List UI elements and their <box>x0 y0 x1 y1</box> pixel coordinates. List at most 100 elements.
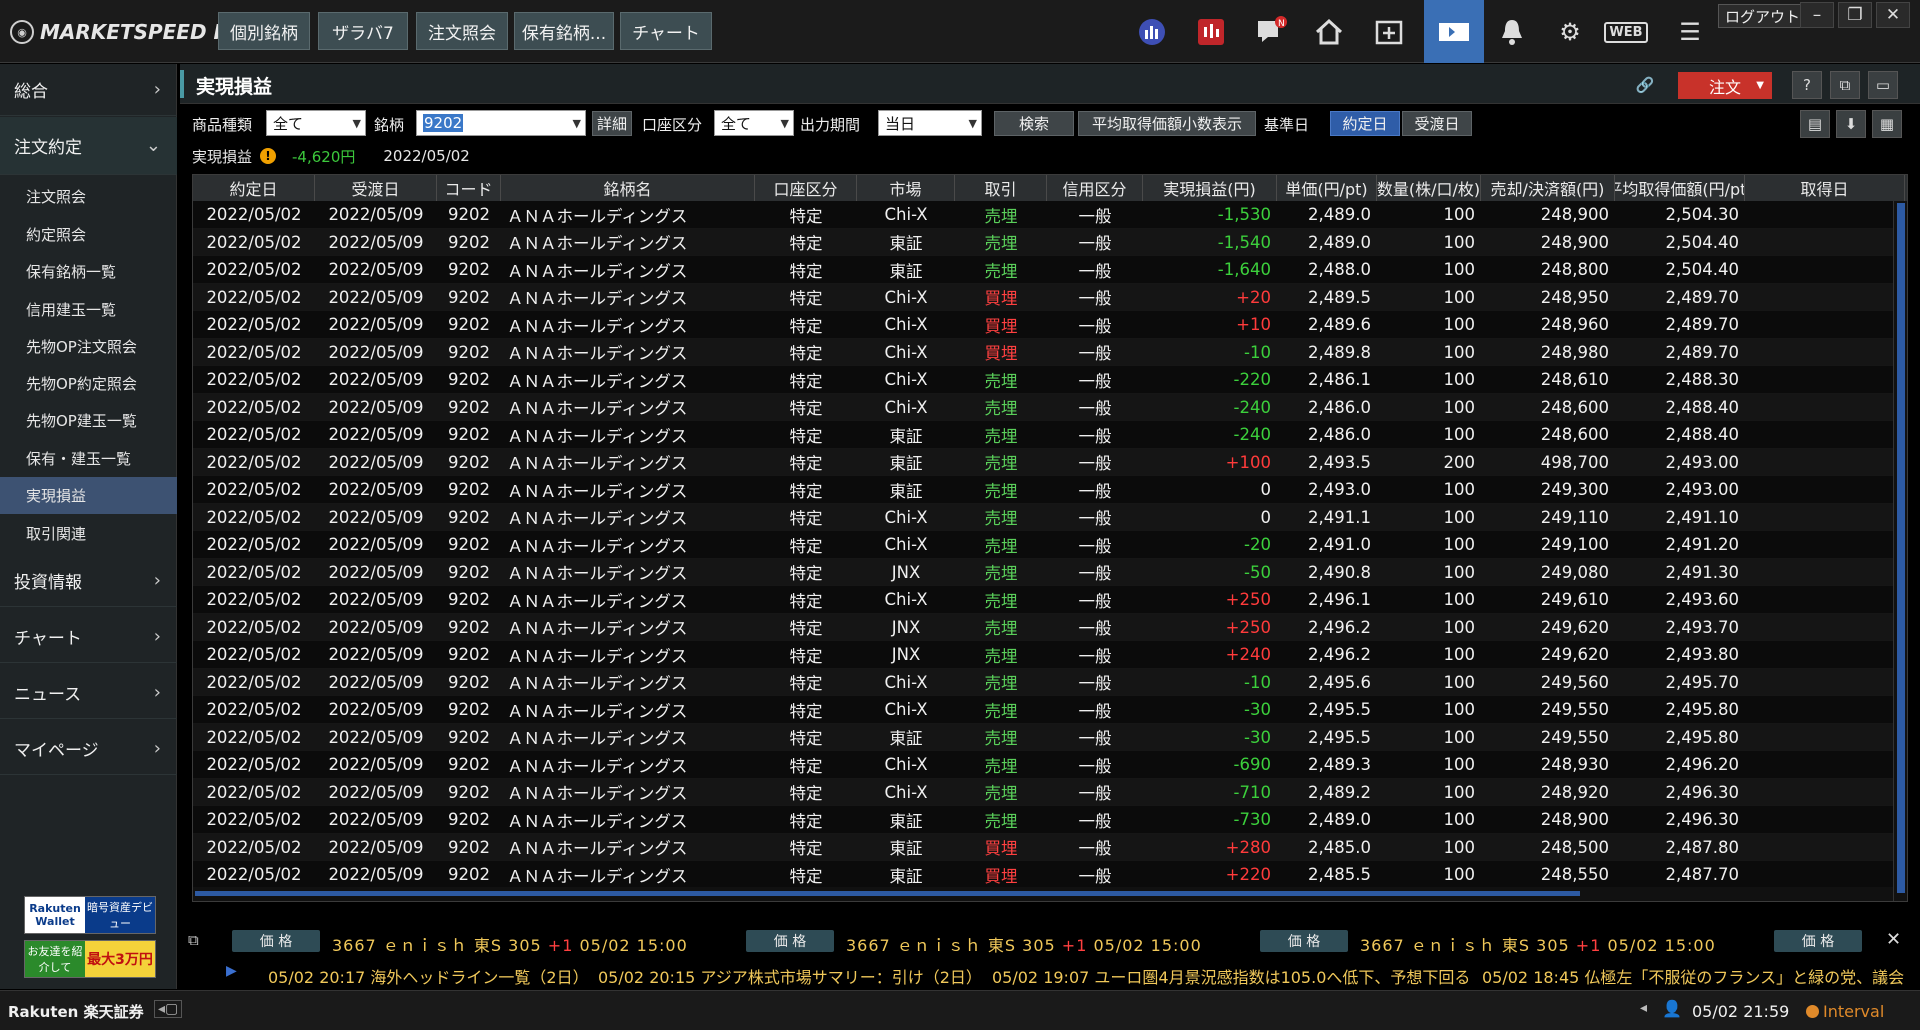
table-row[interactable]: 2022/05/02 2022/05/09 9202 ＡＮＡホールディングス 特定 Chi… <box>193 201 1907 229</box>
sidebar-item-margin-positions[interactable]: 信用建玉一覧 <box>0 291 177 328</box>
market-indicator-icon[interactable] <box>1130 10 1174 54</box>
candle-chart-icon[interactable] <box>1189 10 1233 54</box>
table-row[interactable]: 2022/05/02 2022/05/09 9202 ＡＮＡホールディングス 特定 Chi… <box>193 503 1907 531</box>
trade-date-toggle[interactable]: 約定日 <box>1330 111 1400 136</box>
popout-icon[interactable]: ▭ <box>1868 71 1898 99</box>
news-item[interactable]: 05/02 19:07 ユーロ圏4月景況感指数は105.0へ低下、予想下回る <box>992 964 1470 988</box>
table-row[interactable]: 2022/05/02 2022/05/09 9202 ＡＮＡホールディングス 特定 Chi… <box>193 366 1907 394</box>
bell-icon[interactable] <box>1490 10 1534 54</box>
table-row[interactable]: 2022/05/02 2022/05/09 9202 ＡＮＡホールディングス 特定 東証 売… <box>193 806 1907 834</box>
scrollbar-thumb[interactable] <box>195 891 1580 896</box>
warning-icon[interactable]: ! <box>260 148 277 164</box>
ticker-popout-icon[interactable]: ⧉ <box>188 931 199 949</box>
column-header[interactable]: 売却/決済額(円) <box>1481 175 1615 201</box>
minimize-icon[interactable]: – <box>1800 2 1834 28</box>
sidebar-item-order-inquiry[interactable]: 注文照会 <box>0 178 177 215</box>
symbol-input[interactable]: 9202 ▼ <box>416 110 586 136</box>
settings-gear-icon[interactable]: ⚙ <box>1548 10 1592 54</box>
sidebar-section-investment-info[interactable]: 投資情報 › <box>0 555 177 607</box>
sidebar-section-chart[interactable]: チャート › <box>0 611 177 663</box>
column-header[interactable]: 口座区分 <box>755 175 857 201</box>
column-header[interactable]: 市場 <box>857 175 955 201</box>
account-type-select[interactable]: 全て ▼ <box>714 110 794 136</box>
table-row[interactable]: 2022/05/02 2022/05/09 9202 ＡＮＡホールディングス 特定 Chi… <box>193 393 1907 421</box>
sidebar-item-trade-related[interactable]: 取引関連 <box>0 515 177 552</box>
sidebar-item-futures-order-inquiry[interactable]: 先物OP注文照会 <box>0 328 177 365</box>
sidebar-toggle-icon[interactable]: ◂▢ <box>154 1000 183 1018</box>
settlement-date-toggle[interactable]: 受渡日 <box>1402 111 1472 136</box>
sidebar-item-execution-inquiry[interactable]: 約定照会 <box>0 216 177 253</box>
download-icon[interactable]: ⬇ <box>1836 110 1866 138</box>
tab-holdings[interactable]: 保有銘柄... <box>514 12 614 50</box>
news-item[interactable]: 05/02 18:45 仏極左「不服従のフランス」と緑の党、議会 <box>1482 964 1904 988</box>
table-row[interactable]: 2022/05/02 2022/05/09 9202 ＡＮＡホールディングス 特定 Chi… <box>193 531 1907 559</box>
order-button[interactable]: 注文 ▼ <box>1678 72 1772 99</box>
table-row[interactable]: 2022/05/02 2022/05/09 9202 ＡＮＡホールディングス 特定 Chi… <box>193 778 1907 806</box>
detail-button[interactable]: 詳細 <box>592 111 632 136</box>
notification-message-icon[interactable]: N <box>1249 10 1293 54</box>
table-row[interactable]: 2022/05/02 2022/05/09 9202 ＡＮＡホールディングス 特定 Chi… <box>193 751 1907 779</box>
product-type-select[interactable]: 全て ▼ <box>266 110 366 136</box>
table-row[interactable]: 2022/05/02 2022/05/09 9202 ＡＮＡホールディングス 特定 JNX… <box>193 613 1907 641</box>
table-row[interactable]: 2022/05/02 2022/05/09 9202 ＡＮＡホールディングス 特定 東証 売… <box>193 723 1907 751</box>
scrollbar-thumb[interactable] <box>1897 203 1905 893</box>
tab-individual-stock[interactable]: 個別銘柄 <box>218 12 310 50</box>
sidebar-section-mypage[interactable]: マイページ › <box>0 723 177 775</box>
table-row[interactable]: 2022/05/02 2022/05/09 9202 ＡＮＡホールディングス 特定 東証 売… <box>193 476 1907 504</box>
home-icon[interactable] <box>1307 10 1351 54</box>
column-header[interactable]: 銘柄名 <box>501 175 755 201</box>
ticker-close-icon[interactable]: ✕ <box>1886 929 1901 950</box>
sidebar-section-orders[interactable]: 注文約定 ⌄ <box>0 117 177 175</box>
ticker-quote[interactable]: 3667 ｅｎｉｓｈ 東S 305 +1 05/02 15:00 <box>332 932 688 956</box>
tab-chart[interactable]: チャート <box>620 12 712 50</box>
add-window-icon[interactable] <box>1367 10 1411 54</box>
table-row[interactable]: 2022/05/02 2022/05/09 9202 ＡＮＡホールディングス 特定 東証 売… <box>193 421 1907 449</box>
link-icon[interactable]: 🔗 <box>1630 71 1660 99</box>
restore-window-icon[interactable]: ❐ <box>1838 2 1872 28</box>
table-row[interactable]: 2022/05/02 2022/05/09 9202 ＡＮＡホールディングス 特定 Chi… <box>193 586 1907 614</box>
play-icon[interactable]: ▶ <box>226 963 237 979</box>
column-header[interactable]: 数量(株/口/枚) <box>1377 175 1481 201</box>
tab-zaraba7[interactable]: ザラバ7 <box>318 12 408 50</box>
tab-order-inquiry[interactable]: 注文照会 <box>416 12 508 50</box>
sidebar-item-realized-pl[interactable]: 実現損益 <box>0 477 177 514</box>
column-header[interactable]: 実現損益(円) <box>1143 175 1277 201</box>
column-settings-icon[interactable]: ▦ <box>1872 110 1902 138</box>
help-icon[interactable]: ? <box>1792 71 1822 99</box>
table-row[interactable]: 2022/05/02 2022/05/09 9202 ＡＮＡホールディングス 特定 東証 買… <box>193 833 1907 861</box>
table-row[interactable]: 2022/05/02 2022/05/09 9202 ＡＮＡホールディングス 特定 東証 売… <box>193 256 1907 284</box>
print-icon[interactable]: ▤ <box>1800 110 1830 138</box>
column-header[interactable]: 取引 <box>955 175 1047 201</box>
web-icon[interactable]: WEB <box>1604 10 1648 54</box>
table-row[interactable]: 2022/05/02 2022/05/09 9202 ＡＮＡホールディングス 特定 Chi… <box>193 283 1907 311</box>
new-window-icon[interactable]: ⧉ <box>1830 71 1860 99</box>
layout-switch-icon[interactable] <box>1424 0 1484 63</box>
table-row[interactable]: 2022/05/02 2022/05/09 9202 ＡＮＡホールディングス 特定 東証 売… <box>193 228 1907 256</box>
news-item[interactable]: 05/02 20:15 アジア株式市場サマリー：引け（2日） <box>598 964 982 988</box>
volume-icon[interactable]: ◂ <box>1640 1000 1647 1016</box>
table-row[interactable]: 2022/05/02 2022/05/09 9202 ＡＮＡホールディングス 特定 東証 買… <box>193 861 1907 889</box>
column-header[interactable]: 受渡日 <box>315 175 437 201</box>
referral-banner[interactable]: お友達を紹介して 最大3万円 <box>24 940 156 978</box>
table-row[interactable]: 2022/05/02 2022/05/09 9202 ＡＮＡホールディングス 特定 Chi… <box>193 668 1907 696</box>
ticker-quote[interactable]: 3667 ｅｎｉｓｈ 東S 305 +1 05/02 15:00 <box>1360 932 1716 956</box>
column-header[interactable]: コード <box>437 175 501 201</box>
table-row[interactable]: 2022/05/02 2022/05/09 9202 ＡＮＡホールディングス 特定 東証 売… <box>193 448 1907 476</box>
sidebar-section-news[interactable]: ニュース › <box>0 667 177 719</box>
hamburger-menu-icon[interactable]: ☰ <box>1668 10 1712 54</box>
sidebar-item-futures-positions[interactable]: 先物OP建玉一覧 <box>0 402 177 439</box>
user-icon[interactable]: 👤 <box>1662 999 1682 1018</box>
horizontal-scrollbar[interactable] <box>193 887 1893 901</box>
sidebar-section-overview[interactable]: 総合 › <box>0 64 177 116</box>
column-header[interactable]: 平均取得価額(円/pt) <box>1615 175 1745 201</box>
table-row[interactable]: 2022/05/02 2022/05/09 9202 ＡＮＡホールディングス 特定 Chi… <box>193 338 1907 366</box>
sidebar-item-futures-execution-inquiry[interactable]: 先物OP約定照会 <box>0 365 177 402</box>
table-row[interactable]: 2022/05/02 2022/05/09 9202 ＡＮＡホールディングス 特定 JNX… <box>193 641 1907 669</box>
sidebar-item-holdings-positions[interactable]: 保有・建玉一覧 <box>0 440 177 477</box>
column-header[interactable]: 取得日 <box>1745 175 1905 201</box>
column-header[interactable]: 約定日 <box>193 175 315 201</box>
rakuten-wallet-banner[interactable]: Rakuten Wallet 暗号資産デビュー <box>24 896 156 934</box>
table-row[interactable]: 2022/05/02 2022/05/09 9202 ＡＮＡホールディングス 特定 Chi… <box>193 311 1907 339</box>
search-button[interactable]: 検索 <box>994 111 1074 136</box>
column-header[interactable]: 信用区分 <box>1047 175 1143 201</box>
